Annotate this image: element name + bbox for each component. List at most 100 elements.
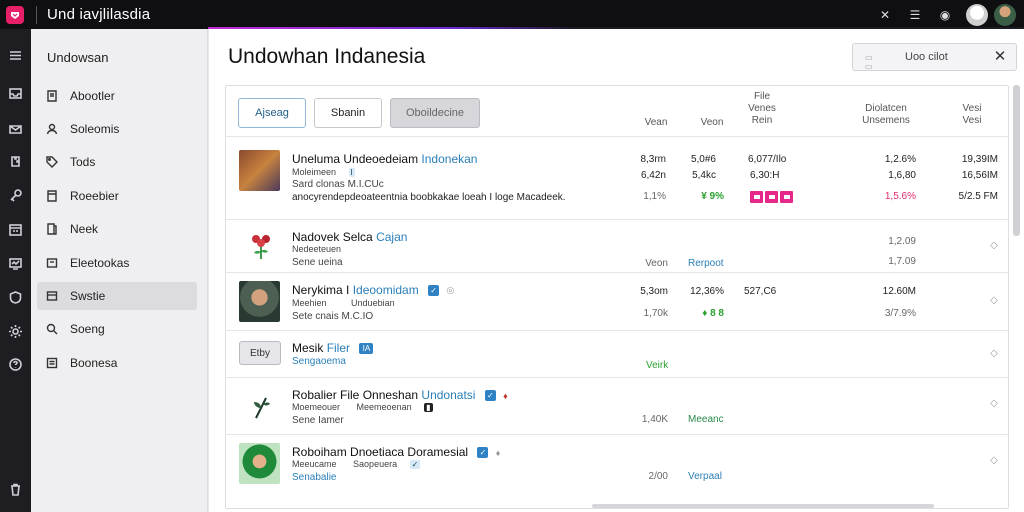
column-header-vesi[interactable]: Vesi Vesi	[954, 103, 990, 127]
cell-file: 6,077/Ilo	[748, 154, 787, 165]
cell-veon: Verpaal	[688, 471, 722, 482]
cell-vean-2: 1,70k	[643, 308, 668, 319]
plant-icon	[254, 397, 270, 419]
cell-vean: Veon	[645, 258, 668, 269]
cell-vean-3: 1,1%	[643, 191, 666, 202]
expand-icon[interactable]: ◇	[988, 348, 1000, 360]
mail-icon[interactable]	[5, 119, 25, 139]
shield-icon[interactable]	[5, 287, 25, 307]
row-title-text: Mesik	[292, 341, 324, 355]
puzzle-icon[interactable]	[5, 151, 25, 171]
sidebar-item-label: Tods	[70, 155, 96, 169]
info-icon: ◎	[446, 285, 455, 296]
cell-diolatcen: 1,2.6%	[884, 154, 916, 165]
sidebar-item-swstie[interactable]: Swstie	[37, 282, 197, 310]
expand-icon[interactable]: ◇	[988, 398, 1000, 410]
avatar[interactable]	[966, 3, 988, 26]
table-row[interactable]: Etby Mesik Filer IA Sengaoema Veirk ◇	[226, 331, 1008, 377]
row-meta-text: Meehien	[292, 298, 327, 308]
pin-icon	[46, 190, 58, 202]
cell-diolatcen-3: 1,5.6%	[884, 191, 916, 202]
sidebar-item-tods[interactable]: Tods	[37, 148, 197, 176]
sidebar-item-eleetookas[interactable]: Eleetookas	[37, 249, 197, 277]
status-badges	[750, 191, 793, 203]
row-title-link[interactable]: Indonekan	[421, 152, 477, 166]
trash-icon[interactable]	[5, 479, 25, 499]
etby-button[interactable]: Etby	[239, 341, 281, 365]
row-title-link[interactable]: Undonatsi	[421, 388, 475, 402]
badge-icon	[750, 191, 763, 203]
table-row[interactable]: Robalier File Onneshan Undonatsi ✓ ♦ Moe…	[226, 378, 1008, 434]
close-icon[interactable]: ✕	[992, 49, 1008, 65]
home-icon	[46, 90, 58, 102]
cell-vesi-3: 5/2.5 FM	[958, 191, 998, 202]
row-meta: Nedeeteuen	[292, 244, 342, 254]
inbox-icon[interactable]	[5, 83, 25, 103]
sidebar-item-neek[interactable]: Neek	[37, 215, 197, 243]
verified-icon: ✓	[428, 285, 440, 297]
row-thumbnail	[239, 150, 280, 191]
cell-vesi-2: 16,56IM	[961, 170, 998, 181]
horizontal-scrollbar[interactable]	[592, 504, 934, 508]
oboildecine-button[interactable]: Oboildecine	[390, 98, 480, 128]
key-icon[interactable]	[5, 185, 25, 205]
list-icon[interactable]: ☰	[900, 2, 930, 27]
table-row[interactable]: Nadovek Selca Cajan Nedeeteuen Sene uein…	[226, 220, 1008, 272]
row-meta-text: Meeucame	[292, 459, 337, 469]
sidebar-item-label: Eleetookas	[70, 256, 130, 270]
row-thumbnail	[239, 443, 280, 484]
column-header-diolatcen-line1: Diolatcen	[865, 103, 907, 114]
bell-icon[interactable]: ◉	[930, 2, 960, 27]
main-content: Undowhan Indanesia ▭ ▭ ✕ Ajseag Sbanin O…	[209, 29, 1024, 512]
expand-icon[interactable]: ◇	[988, 295, 1000, 307]
row-title-link[interactable]: Cajan	[376, 230, 407, 244]
row-title-link[interactable]: Ideoomidam	[353, 283, 419, 297]
settings-icon[interactable]	[5, 321, 25, 341]
sidebar-item-soleomis[interactable]: Soleomis	[37, 115, 197, 143]
badge-icon	[780, 191, 793, 203]
table-row[interactable]: Uneluma Undeoedeiam Indonekan Moleimeen …	[226, 137, 1008, 219]
row-thumbnail	[239, 281, 280, 322]
sidebar-item-label: Soleomis	[70, 122, 120, 136]
row-title-link[interactable]: Filer	[327, 341, 350, 355]
row-detail: Sete cnais M.C.IO	[292, 311, 374, 322]
cell-veon-2: ♦ 8 8	[702, 308, 724, 319]
column-header-vesi-line1: Vesi	[962, 103, 982, 114]
sidebar-item-abootler[interactable]: Abootler	[37, 82, 197, 110]
row-meta-extra: Unduebian	[351, 298, 395, 308]
sidebar-item-roeebier[interactable]: Roeebier	[37, 182, 197, 210]
sidebar-title: Undowsan	[47, 50, 109, 65]
cell-diolatcen-2: 1,6,80	[888, 170, 916, 181]
ajseag-button[interactable]: Ajseag	[238, 98, 306, 128]
expand-icon[interactable]: ◇	[988, 240, 1000, 252]
search-input[interactable]	[905, 51, 991, 63]
table-row[interactable]: Nerykima I Ideoomidam ✓ ◎ Meehien Undueb…	[226, 273, 1008, 330]
topbar-divider	[36, 5, 37, 24]
calendar-icon[interactable]	[5, 219, 25, 239]
column-header-file[interactable]: File Venes Rein	[746, 91, 778, 127]
help-icon[interactable]	[5, 354, 25, 374]
cell-veon: 5,0#6	[690, 154, 716, 165]
column-header-veon[interactable]: Veon	[692, 117, 732, 129]
app-logo-icon[interactable]	[6, 5, 24, 24]
user-avatar[interactable]	[994, 3, 1016, 26]
row-title: Mesik Filer IA	[292, 341, 374, 355]
row-title-mark: IA	[359, 343, 374, 355]
expand-icon[interactable]: ◇	[988, 455, 1000, 467]
sidebar-item-boonesa[interactable]: Boonesa	[37, 349, 197, 377]
column-header-file-line3: Rein	[751, 115, 773, 126]
row-title: Robalier File Onneshan Undonatsi ✓ ♦	[292, 388, 508, 402]
vertical-scrollbar[interactable]	[1013, 85, 1020, 236]
column-header-vean[interactable]: Vean	[636, 117, 676, 129]
row-title-text: Nadovek Selca	[292, 230, 373, 244]
sidebar-item-soeng[interactable]: Soeng	[37, 315, 197, 343]
table-row[interactable]: Roboiham Dnoetiaca Doramesial ✓ ♦ Meeuca…	[226, 435, 1008, 495]
x-icon[interactable]: ✕	[870, 2, 900, 27]
badge-icon	[765, 191, 778, 203]
cell-diolatcen: 12.60M	[882, 286, 916, 297]
row-meta-mark-icon: ▮	[424, 403, 433, 412]
sbanin-button[interactable]: Sbanin	[314, 98, 382, 128]
menu-icon[interactable]	[5, 45, 25, 65]
column-header-diolatcen[interactable]: Diolatcen Unsemens	[856, 103, 916, 127]
monitor-icon[interactable]	[5, 253, 25, 273]
